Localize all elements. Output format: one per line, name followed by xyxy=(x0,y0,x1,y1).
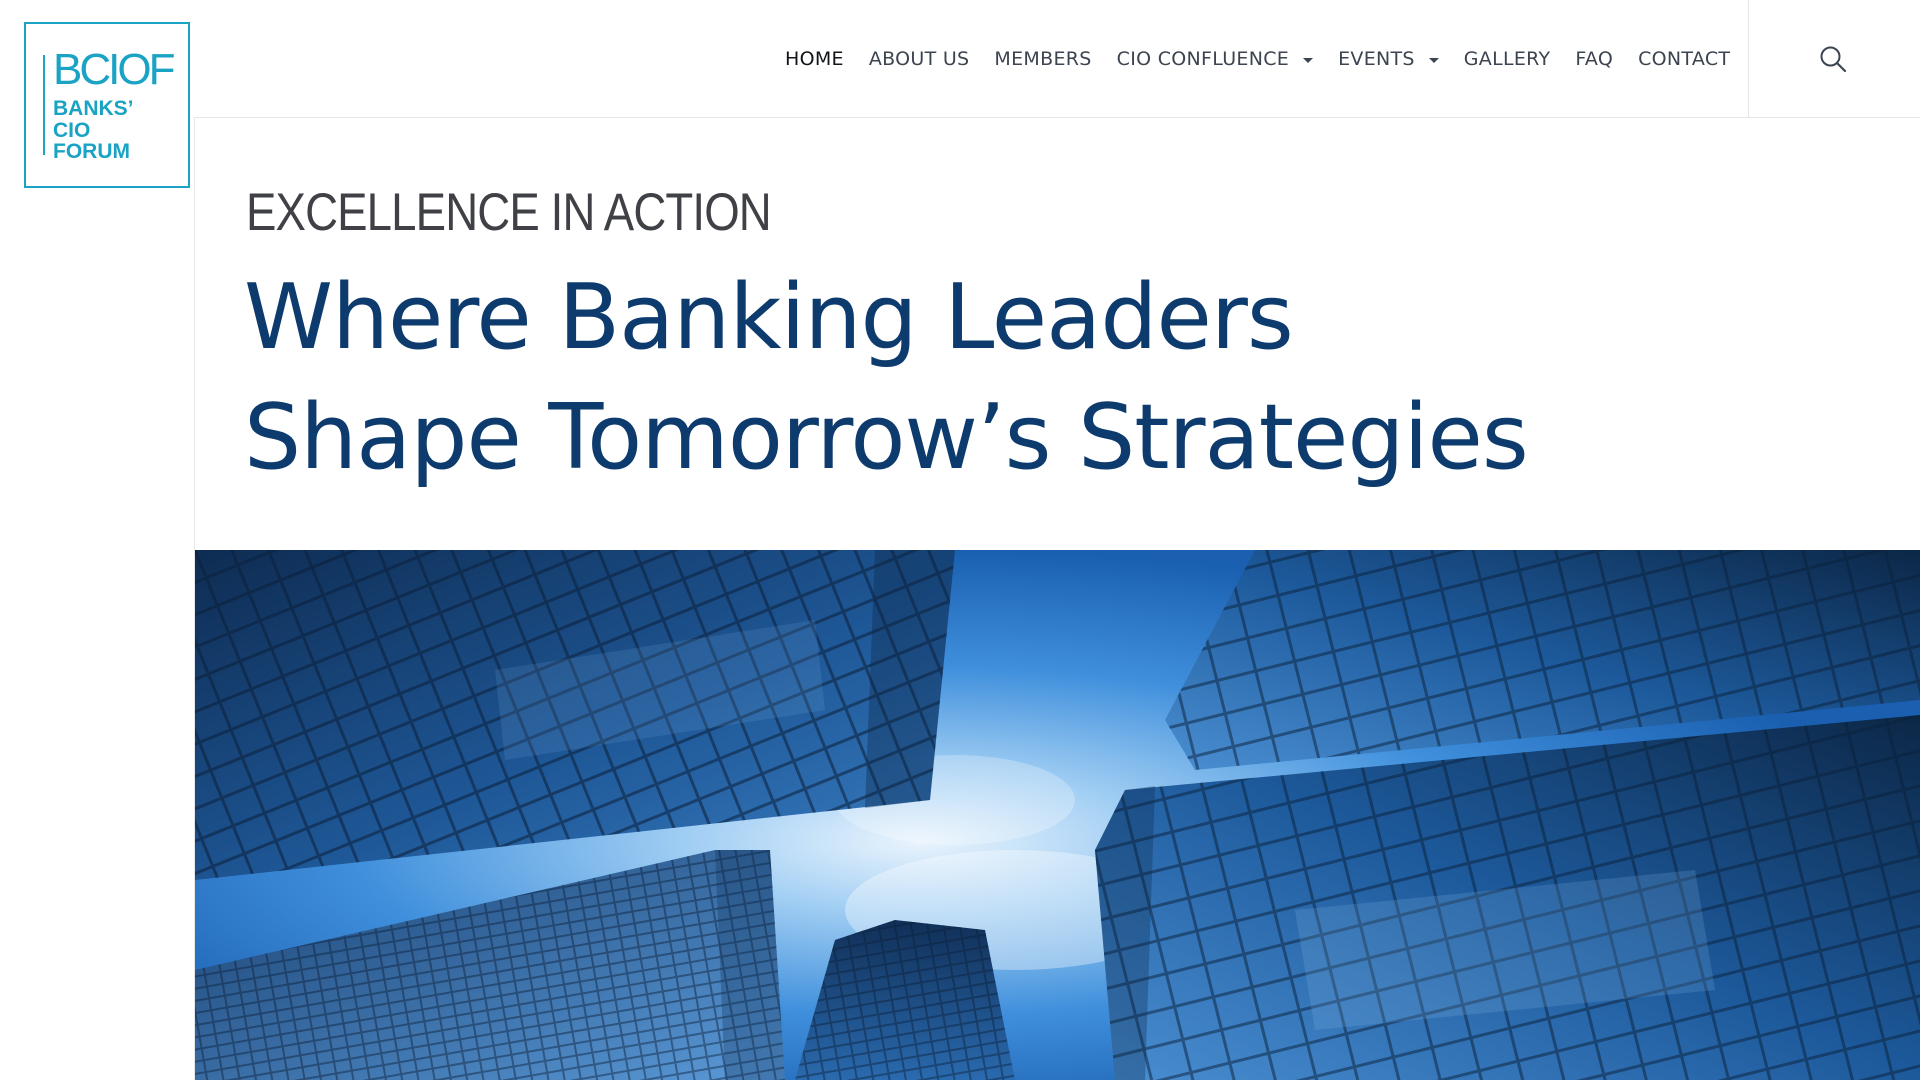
logo-line-banks: BANKS’ xyxy=(53,97,134,120)
nav-item-label: CONTACT xyxy=(1638,48,1731,70)
logo-bar xyxy=(43,55,45,155)
site-header: BCIOF BANKS’ CIO FORUM HOME ABOUT US MEM… xyxy=(0,0,1920,188)
nav-item-label: FAQ xyxy=(1575,48,1614,70)
main-nav: HOME ABOUT US MEMBERS CIO CONFLUENCE EVE… xyxy=(785,0,1755,118)
search-button[interactable] xyxy=(1818,44,1848,74)
nav-item-contact[interactable]: CONTACT xyxy=(1638,48,1730,70)
caret-down-icon xyxy=(1428,57,1439,63)
logo-line-cio: CIO xyxy=(53,119,91,142)
nav-item-label: HOME xyxy=(785,48,844,70)
nav-item-label: ABOUT US xyxy=(868,48,970,70)
search-icon xyxy=(1820,46,1847,73)
nav-item-label: GALLERY xyxy=(1463,48,1551,70)
site-logo[interactable]: BCIOF BANKS’ CIO FORUM xyxy=(24,22,190,188)
hero-headline: Where Banking Leaders Shape Tomorrow’s S… xyxy=(244,258,1529,498)
nav-item-members[interactable]: MEMBERS xyxy=(994,48,1091,70)
nav-item-gallery[interactable]: GALLERY xyxy=(1464,48,1551,70)
headline-line-2: Shape Tomorrow’s Strategies xyxy=(244,385,1529,490)
nav-item-events[interactable]: EVENTS xyxy=(1338,48,1439,70)
nav-item-faq[interactable]: FAQ xyxy=(1575,48,1613,70)
page: BCIOF BANKS’ CIO FORUM HOME ABOUT US MEM… xyxy=(0,0,1920,1080)
nav-item-label: CIO CONFLUENCE xyxy=(1116,48,1290,70)
nav-item-cio-confluence[interactable]: CIO CONFLUENCE xyxy=(1116,48,1314,70)
nav-item-home[interactable]: HOME xyxy=(785,48,844,70)
logo-acronym: BCIOF xyxy=(53,45,175,94)
hero-eyebrow: EXCELLENCE IN ACTION xyxy=(246,183,772,242)
caret-down-icon xyxy=(1303,57,1314,63)
nav-item-label: MEMBERS xyxy=(994,48,1092,70)
search-divider xyxy=(1748,0,1749,118)
logo-line-forum: FORUM xyxy=(53,140,130,163)
skyscrapers-illustration xyxy=(195,550,1920,1080)
headline-line-1: Where Banking Leaders xyxy=(244,265,1294,370)
nav-item-label: EVENTS xyxy=(1338,48,1415,70)
nav-item-about-us[interactable]: ABOUT US xyxy=(869,48,970,70)
hero-image xyxy=(195,550,1920,1080)
